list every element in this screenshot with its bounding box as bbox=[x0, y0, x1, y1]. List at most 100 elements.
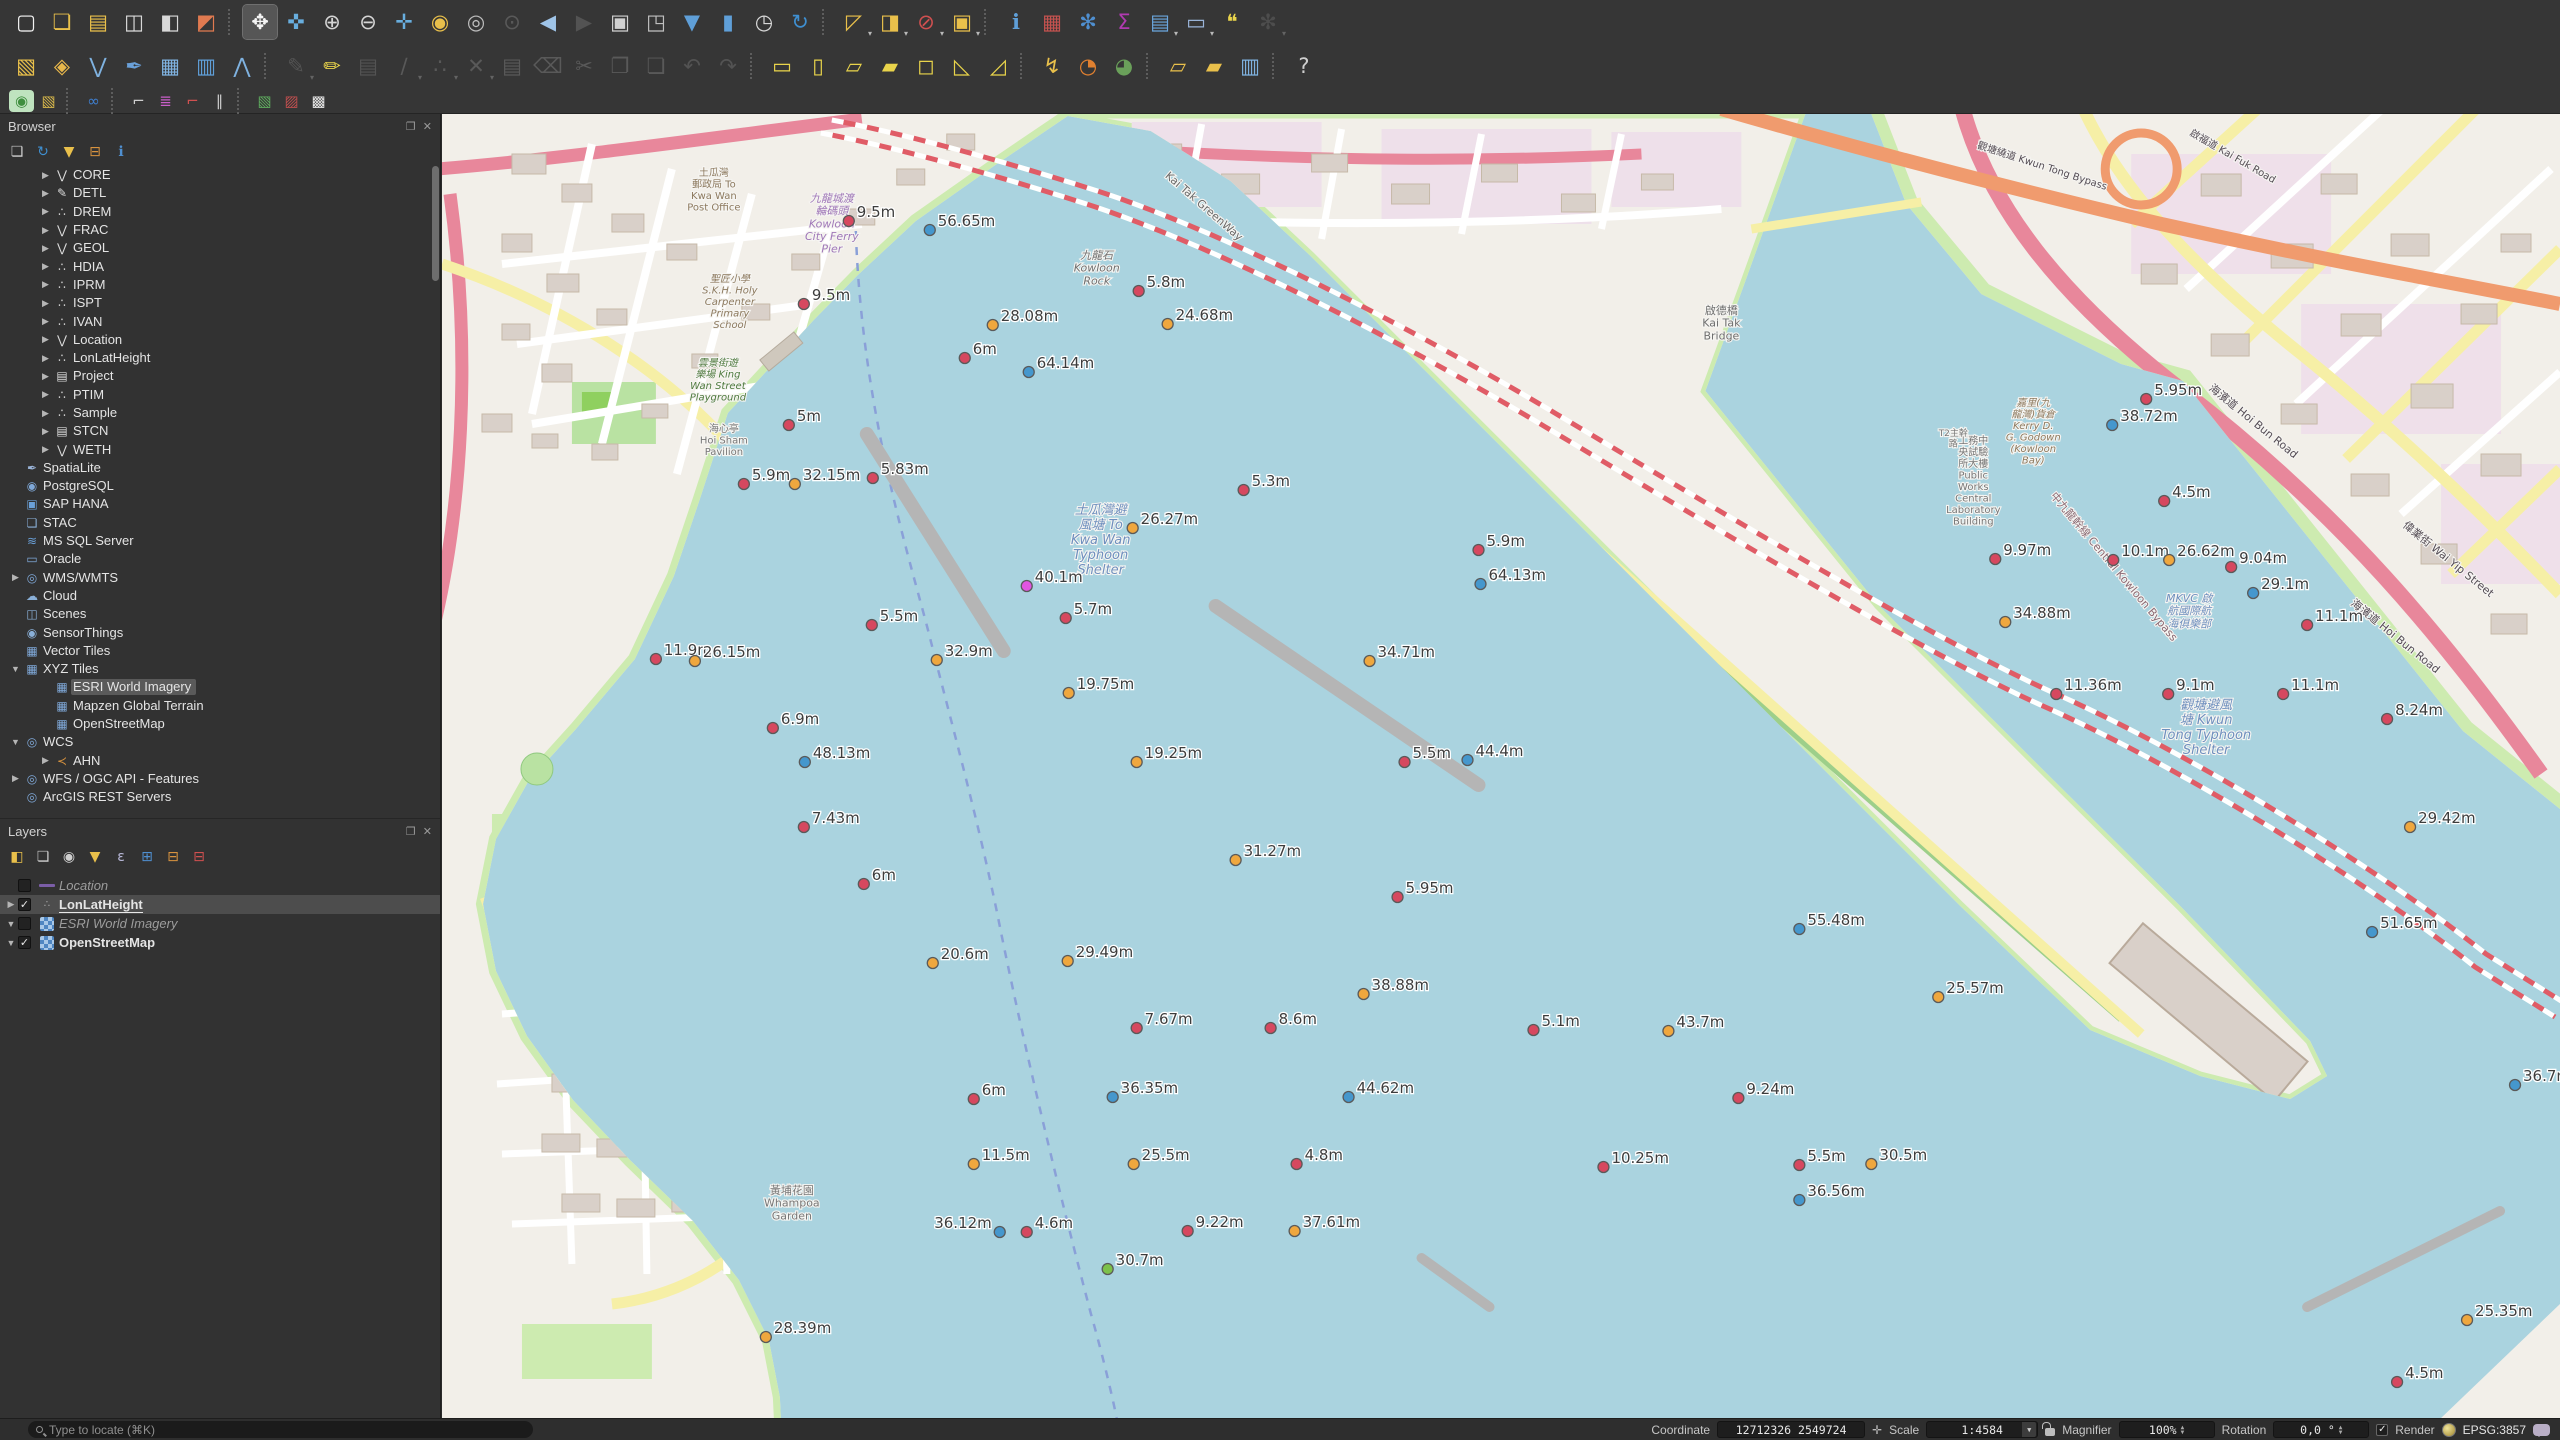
browser-item-xyz-tiles[interactable]: ▼ ▦ XYZ Tiles bbox=[0, 660, 430, 678]
browser-scrollbar[interactable] bbox=[432, 166, 439, 814]
add-point-feature-button[interactable]: ∴ ▾ bbox=[423, 49, 458, 83]
expand-icon[interactable]: ▼ bbox=[8, 737, 23, 747]
filter-by-expression-button[interactable]: ε bbox=[110, 846, 132, 868]
scale-lock-icon[interactable] bbox=[2042, 1421, 2056, 1436]
add-point-feature-dropdown-icon[interactable]: ▾ bbox=[454, 73, 458, 82]
browser-item-mapzen-global-terrain[interactable]: ▦ Mapzen Global Terrain bbox=[0, 697, 430, 715]
map-tips-button[interactable]: ❝ bbox=[1215, 5, 1249, 39]
expand-icon[interactable]: ▶ bbox=[38, 334, 53, 345]
expand-icon[interactable]: ▶ bbox=[38, 353, 53, 364]
deselect-all-dropdown-icon[interactable]: ▾ bbox=[940, 29, 944, 38]
browser-item-weth[interactable]: ▶ ⋁ WETH bbox=[0, 440, 430, 458]
current-edits-dropdown-icon[interactable]: ▾ bbox=[310, 73, 314, 82]
filter-legend-button[interactable]: ▼ bbox=[84, 846, 106, 868]
paste-features-button[interactable]: ❏ bbox=[639, 49, 673, 83]
magnifier-field[interactable]: 100% ▲ ▼ bbox=[2118, 1421, 2215, 1438]
layer-visibility-checkbox[interactable]: ✓ bbox=[18, 936, 31, 949]
browser-item-hdia[interactable]: ▶ ∴ HDIA bbox=[0, 257, 430, 275]
messages-icon[interactable] bbox=[2533, 1423, 2550, 1437]
expand-icon[interactable]: ▶ bbox=[38, 170, 53, 181]
profile-points-button[interactable]: ⌐ bbox=[180, 90, 205, 112]
expand-icon[interactable]: ▶ bbox=[8, 572, 23, 583]
geometry-checker-button[interactable]: ∞ bbox=[81, 90, 106, 112]
change-label-button[interactable]: ◿ bbox=[981, 49, 1015, 83]
manage-map-themes-button[interactable]: ◉ bbox=[58, 846, 80, 868]
browser-item-stac[interactable]: ❏ STAC bbox=[0, 514, 430, 532]
browser-float-icon[interactable]: ❐ bbox=[406, 120, 416, 133]
expand-icon[interactable]: ▶ bbox=[38, 243, 53, 254]
layer-visibility-checkbox[interactable] bbox=[18, 917, 31, 930]
new-shapefile-layer-button[interactable]: ⋁ bbox=[81, 49, 115, 83]
new-temporary-scratch-layer-button[interactable]: ⋀ bbox=[225, 49, 259, 83]
filter-browser-button[interactable]: ▼ bbox=[58, 141, 80, 163]
highlight-pinned-labels-button[interactable]: ▰ bbox=[873, 49, 907, 83]
profile-line-button[interactable]: ⌐ bbox=[126, 90, 151, 112]
browser-item-stcn[interactable]: ▶ ▤ STCN bbox=[0, 422, 430, 440]
collapse-all-button[interactable]: ⊟ bbox=[84, 141, 106, 163]
digitize-with-segment-dropdown-icon[interactable]: ▾ bbox=[418, 73, 422, 82]
label-pin-extra-button[interactable]: ▰ bbox=[1197, 49, 1231, 83]
select-by-location-button[interactable]: ▣ ▾ bbox=[945, 5, 980, 39]
pin-labels-button[interactable]: ▱ bbox=[837, 49, 871, 83]
browser-item-wms-wmts[interactable]: ▶ ◎ WMS/WMTS bbox=[0, 569, 430, 587]
refresh-map-button[interactable]: ↻ bbox=[783, 5, 817, 39]
save-layer-edits-button[interactable]: ▤ bbox=[351, 49, 385, 83]
redo-button[interactable]: ↷ bbox=[711, 49, 745, 83]
locator-search-input[interactable]: Type to locate (⌘K) bbox=[28, 1421, 533, 1438]
cut-features-button[interactable]: ✂ bbox=[567, 49, 601, 83]
layers-close-icon[interactable]: ✕ bbox=[423, 825, 432, 838]
modify-attributes-button[interactable]: ▤ bbox=[495, 49, 529, 83]
new-print-layout-button[interactable]: ◫ bbox=[117, 5, 151, 39]
browser-item-core[interactable]: ▶ ⋁ CORE bbox=[0, 166, 430, 184]
expand-icon[interactable]: ▶ bbox=[38, 755, 53, 766]
browser-item-ptim[interactable]: ▶ ∴ PTIM bbox=[0, 386, 430, 404]
browser-item-ispt[interactable]: ▶ ∴ ISPT bbox=[0, 294, 430, 312]
expand-icon[interactable]: ▶ bbox=[38, 444, 53, 455]
show-layout-manager-button[interactable]: ◧ bbox=[153, 5, 187, 39]
expand-all-button[interactable]: ⊞ bbox=[136, 846, 158, 868]
checker-pattern-tool-button[interactable]: ▩ bbox=[306, 90, 331, 112]
move-label-button[interactable]: ◻ bbox=[909, 49, 943, 83]
browser-close-icon[interactable]: ✕ bbox=[423, 120, 432, 133]
select-by-value-button[interactable]: ◨ ▾ bbox=[873, 5, 908, 39]
measure-line-dropdown-icon[interactable]: ▾ bbox=[1210, 29, 1214, 38]
toggle-editing-button[interactable]: ✏ bbox=[315, 49, 349, 83]
browser-item-esri-world-imagery[interactable]: ▦ ESRI World Imagery bbox=[0, 678, 430, 696]
crs-indicator[interactable]: EPSG:3857 bbox=[2463, 1423, 2526, 1437]
diagram-extra-button[interactable]: ▥ bbox=[1233, 49, 1267, 83]
browser-item-wfs-ogc-api-features[interactable]: ▶ ◎ WFS / OGC API - Features bbox=[0, 770, 430, 788]
expand-icon[interactable]: ▶ bbox=[38, 188, 53, 199]
run-feature-action-button[interactable]: ✻ ▾ bbox=[1251, 5, 1286, 39]
browser-item-arcgis-rest-servers[interactable]: ◎ ArcGIS REST Servers bbox=[0, 788, 430, 806]
scale-combo[interactable]: 1:4584 ▼ bbox=[1926, 1421, 2039, 1438]
zoom-to-layer-button[interactable]: ◎ bbox=[459, 5, 493, 39]
layer-item-location[interactable]: Location bbox=[0, 876, 440, 895]
browser-item-spatialite[interactable]: ✒ SpatiaLite bbox=[0, 459, 430, 477]
browser-item-oracle[interactable]: ▭ Oracle bbox=[0, 550, 430, 568]
expand-icon[interactable]: ▶ bbox=[38, 371, 53, 382]
undo-button[interactable]: ↶ bbox=[675, 49, 709, 83]
browser-item-scenes[interactable]: ◫ Scenes bbox=[0, 605, 430, 623]
processing-toolbox-button[interactable]: ✻ bbox=[1071, 5, 1105, 39]
show-statistics-button[interactable]: Σ bbox=[1107, 5, 1141, 39]
pan-map-button[interactable]: ✥ bbox=[242, 4, 278, 40]
osm-downloader-button[interactable]: ▧ bbox=[36, 90, 61, 112]
save-project-button[interactable]: ▤ bbox=[81, 5, 115, 39]
browser-item-location[interactable]: ▶ ⋁ Location bbox=[0, 331, 430, 349]
zoom-next-button[interactable]: ▶ bbox=[567, 5, 601, 39]
layer-item-esri-world-imagery[interactable]: ▼ ESRI World Imagery bbox=[0, 914, 440, 933]
run-feature-action-dropdown-icon[interactable]: ▾ bbox=[1282, 29, 1286, 38]
zoom-native-plugin-button[interactable]: ◉ bbox=[9, 90, 34, 112]
new-virtual-layer-button[interactable]: ✒ bbox=[117, 49, 151, 83]
user-people-plugin-button[interactable]: ◕ bbox=[1107, 49, 1141, 83]
browser-item-lonlatheight[interactable]: ▶ ∴ LonLatHeight bbox=[0, 349, 430, 367]
digitize-with-segment-button[interactable]: ∕ ▾ bbox=[387, 49, 422, 83]
rotation-spinner[interactable]: ▲ ▼ bbox=[2339, 1424, 2343, 1435]
browser-item-frac[interactable]: ▶ ⋁ FRAC bbox=[0, 221, 430, 239]
render-checkbox[interactable]: ✓ bbox=[2376, 1423, 2389, 1436]
expand-icon[interactable]: ▶ bbox=[38, 408, 53, 419]
expand-icon[interactable]: ▶ bbox=[38, 316, 53, 327]
browser-item-sap-hana[interactable]: ▣ SAP HANA bbox=[0, 495, 430, 513]
open-attribute-table-button[interactable]: ▤ ▾ bbox=[1143, 5, 1178, 39]
remove-layer-button[interactable]: ⊟ bbox=[188, 846, 210, 868]
